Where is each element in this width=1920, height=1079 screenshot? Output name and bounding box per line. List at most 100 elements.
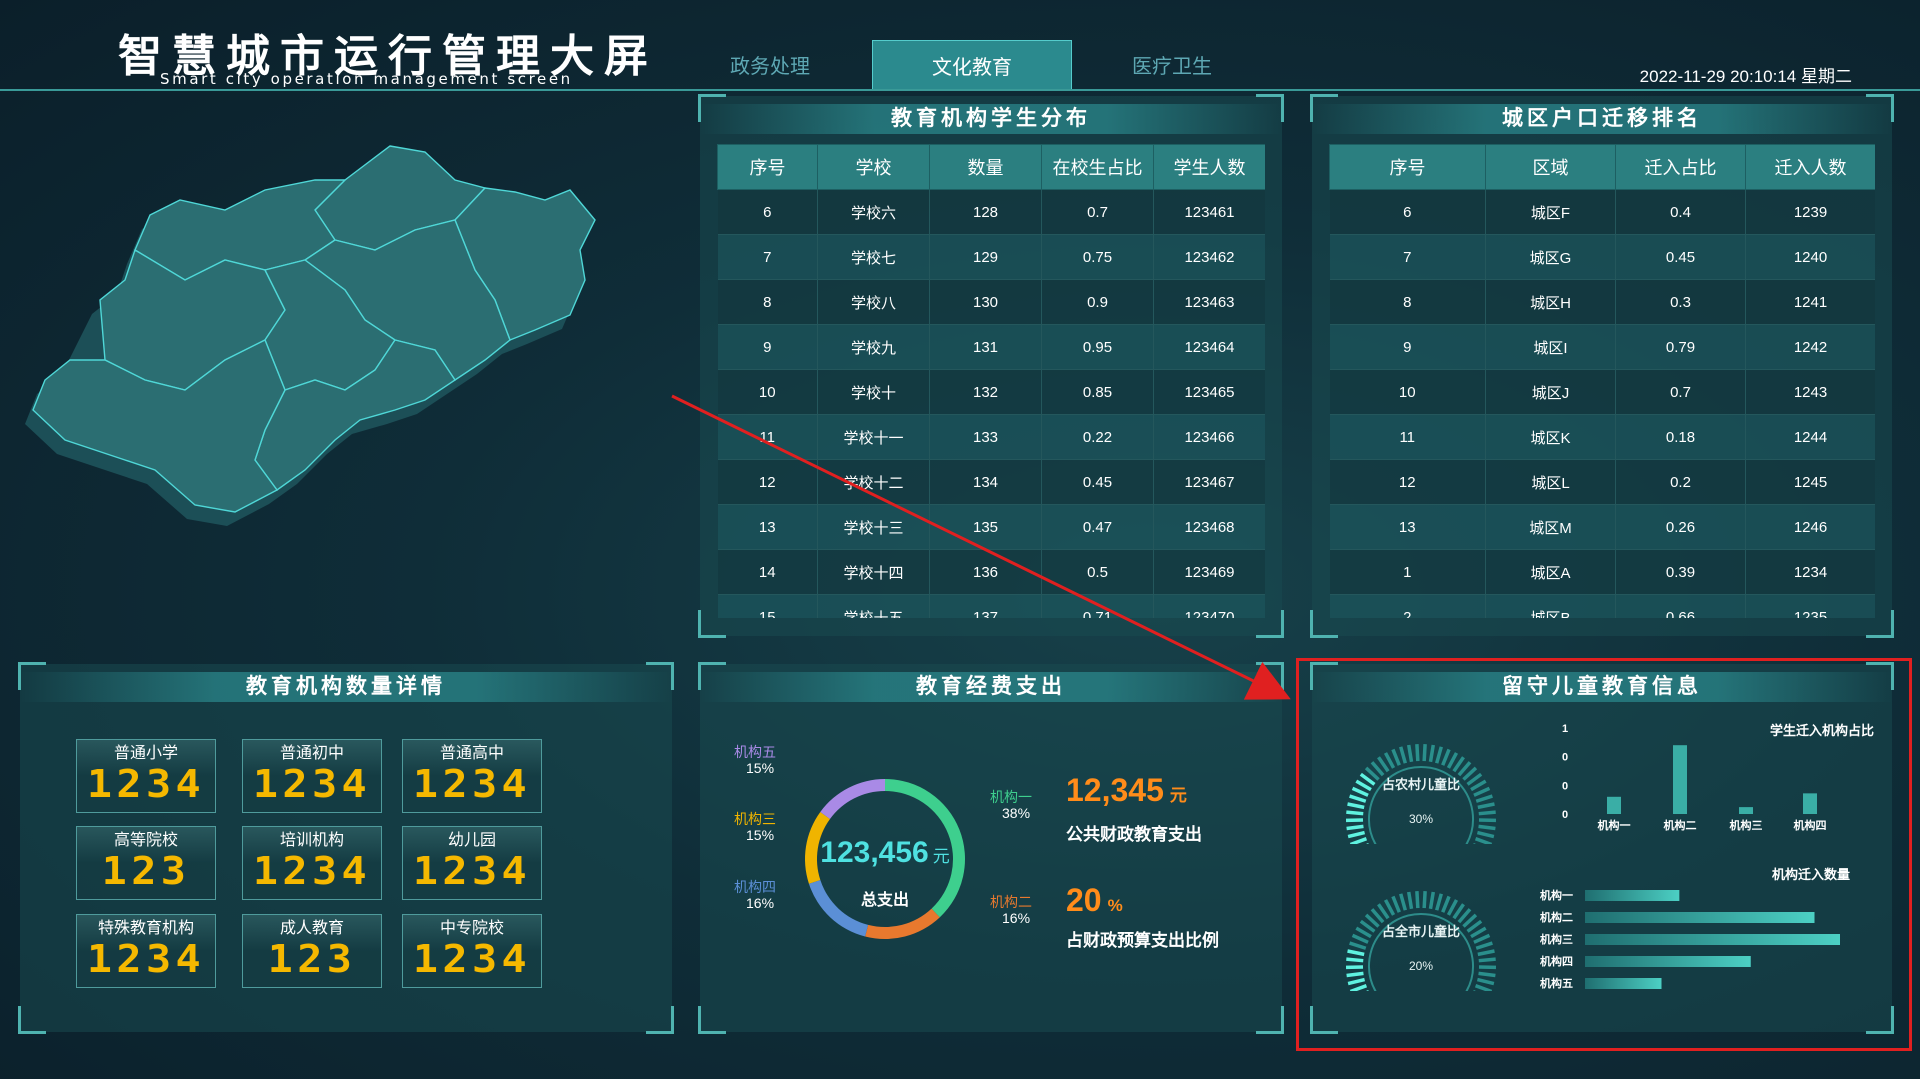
count-card[interactable]: 高等院校 123 xyxy=(76,826,216,900)
table-cell: 123462 xyxy=(1153,234,1265,280)
table-cell: 123466 xyxy=(1153,414,1265,460)
table-row[interactable]: 13 学校十三 135 0.47 123468 xyxy=(717,504,1265,550)
table-row[interactable]: 11 城区K 0.18 1244 xyxy=(1329,414,1875,460)
table-cell: 1244 xyxy=(1745,414,1875,460)
panel-title: 教育机构数量详情 xyxy=(20,672,672,702)
column-header[interactable]: 迁入占比 xyxy=(1615,144,1746,190)
region-map[interactable] xyxy=(15,140,680,600)
column-header[interactable]: 学校 xyxy=(817,144,930,190)
count-card-value: 1234 xyxy=(252,762,372,806)
table-cell: 学校八 xyxy=(817,279,930,325)
count-card[interactable]: 幼儿园 1234 xyxy=(402,826,542,900)
count-card-value: 1234 xyxy=(412,762,532,806)
table-row[interactable]: 14 学校十四 136 0.5 123469 xyxy=(717,549,1265,595)
table-row[interactable]: 2 城区B 0.66 1235 xyxy=(1329,594,1875,618)
table-cell: 城区H xyxy=(1485,279,1616,325)
table-row[interactable]: 1 城区A 0.39 1234 xyxy=(1329,549,1875,595)
count-card-label: 成人教育 xyxy=(279,920,344,937)
table-cell: 0.5 xyxy=(1041,549,1154,595)
tab-culture-education[interactable]: 文化教育 xyxy=(872,40,1072,90)
table-row[interactable]: 10 城区J 0.7 1243 xyxy=(1329,369,1875,415)
count-card[interactable]: 普通高中 1234 xyxy=(402,739,542,813)
count-card[interactable]: 普通小学 1234 xyxy=(76,739,216,813)
table-cell: 1 xyxy=(1329,549,1486,595)
column-header[interactable]: 区域 xyxy=(1485,144,1616,190)
donut-segment[interactable] xyxy=(820,779,885,820)
table-cell: 7 xyxy=(717,234,818,280)
public-expense-caption: 公共财政教育支出 xyxy=(1066,825,1202,844)
table-row[interactable]: 8 学校八 130 0.9 123463 xyxy=(717,279,1265,325)
table-cell: 134 xyxy=(929,459,1042,505)
column-header[interactable]: 迁入人数 xyxy=(1745,144,1875,190)
column-header[interactable]: 序号 xyxy=(1329,144,1486,190)
tab-medical[interactable]: 医疗卫生 xyxy=(1072,40,1272,90)
table-row[interactable]: 7 城区G 0.45 1240 xyxy=(1329,234,1875,280)
donut-label-pct: 15% xyxy=(746,827,775,843)
count-card-label: 培训机构 xyxy=(279,832,344,849)
table-row[interactable]: 12 学校十二 134 0.45 123467 xyxy=(717,459,1265,505)
count-card[interactable]: 普通初中 1234 xyxy=(242,739,382,813)
panel-title: 城区户口迁移排名 xyxy=(1312,104,1892,134)
donut-label-pct: 16% xyxy=(1002,910,1031,926)
table-row[interactable]: 9 城区I 0.79 1242 xyxy=(1329,324,1875,370)
donut-segment[interactable] xyxy=(865,908,940,939)
table-cell: 0.26 xyxy=(1615,504,1746,550)
column-header[interactable]: 在校生占比 xyxy=(1041,144,1154,190)
table-cell: 城区B xyxy=(1485,594,1616,618)
table-row[interactable]: 13 城区M 0.26 1246 xyxy=(1329,504,1875,550)
table-row[interactable]: 7 学校七 129 0.75 123462 xyxy=(717,234,1265,280)
count-card[interactable]: 中专院校 1234 xyxy=(402,914,542,988)
column-header[interactable]: 数量 xyxy=(929,144,1042,190)
count-card-value: 1234 xyxy=(412,849,532,893)
table-cell: 学校十二 xyxy=(817,459,930,505)
table-cell: 123469 xyxy=(1153,549,1265,595)
datetime: 2022-11-29 20:10:14 星期二 xyxy=(1639,67,1852,86)
panel-title: 教育机构学生分布 xyxy=(700,104,1282,134)
table-cell: 13 xyxy=(717,504,818,550)
count-card[interactable]: 培训机构 1234 xyxy=(242,826,382,900)
table-cell: 123464 xyxy=(1153,324,1265,370)
table-cell: 10 xyxy=(1329,369,1486,415)
table-cell: 1242 xyxy=(1745,324,1875,370)
table-cell: 城区J xyxy=(1485,369,1616,415)
page-subtitle: Smart city operation management screen xyxy=(160,70,573,88)
donut-label-name: 机构三 xyxy=(734,811,776,827)
table-row[interactable]: 9 学校九 131 0.95 123464 xyxy=(717,324,1265,370)
header: 智慧城市运行管理大屏 Smart city operation manageme… xyxy=(0,0,1920,92)
table-cell: 学校十四 xyxy=(817,549,930,595)
table-cell: 0.85 xyxy=(1041,369,1154,415)
column-header[interactable]: 学生人数 xyxy=(1153,144,1265,190)
migration-table-scroll[interactable]: 序号 区域 迁入占比 迁入人数 6 城区F 0.4 1239 7 城区G 0.45 1240 8 城区H… xyxy=(1329,144,1875,618)
table-cell: 135 xyxy=(929,504,1042,550)
table-cell: 0.45 xyxy=(1615,234,1746,280)
table-row[interactable]: 8 城区H 0.3 1241 xyxy=(1329,279,1875,325)
table-row[interactable]: 12 城区L 0.2 1245 xyxy=(1329,459,1875,505)
table-cell: 0.47 xyxy=(1041,504,1154,550)
count-card[interactable]: 成人教育 123 xyxy=(242,914,382,988)
table-cell: 0.22 xyxy=(1041,414,1154,460)
table-cell: 0.75 xyxy=(1041,234,1154,280)
school-table-scroll[interactable]: 序号 学校 数量 在校生占比 学生人数 6 学校六 128 0.7 123461 7 学校七 129 0… xyxy=(717,144,1265,618)
table-row[interactable]: 6 城区F 0.4 1239 xyxy=(1329,189,1875,235)
table-cell: 学校九 xyxy=(817,324,930,370)
column-header[interactable]: 序号 xyxy=(717,144,818,190)
donut-label-pct: 15% xyxy=(746,760,775,776)
donut-label-name: 机构五 xyxy=(734,744,776,760)
table-row[interactable]: 10 学校十 132 0.85 123465 xyxy=(717,369,1265,415)
count-card-label: 特殊教育机构 xyxy=(97,920,194,937)
table-cell: 0.71 xyxy=(1041,594,1154,618)
school-distribution-panel: 教育机构学生分布 序号 学校 数量 在校生占比 学生人数 6 学校六 128 0.7 12346… xyxy=(698,94,1284,638)
table-cell: 123468 xyxy=(1153,504,1265,550)
tab-government[interactable]: 政务处理 xyxy=(670,40,870,90)
count-card[interactable]: 特殊教育机构 1234 xyxy=(76,914,216,988)
table-cell: 7 xyxy=(1329,234,1486,280)
table-row[interactable]: 6 学校六 128 0.7 123461 xyxy=(717,189,1265,235)
table-cell: 0.39 xyxy=(1615,549,1746,595)
table-cell: 123465 xyxy=(1153,369,1265,415)
table-row[interactable]: 15 学校十五 137 0.71 123470 xyxy=(717,594,1265,618)
table-cell: 学校十五 xyxy=(817,594,930,618)
table-cell: 136 xyxy=(929,549,1042,595)
table-cell: 123467 xyxy=(1153,459,1265,505)
table-row[interactable]: 11 学校十一 133 0.22 123466 xyxy=(717,414,1265,460)
count-card-value: 123 xyxy=(267,937,357,981)
